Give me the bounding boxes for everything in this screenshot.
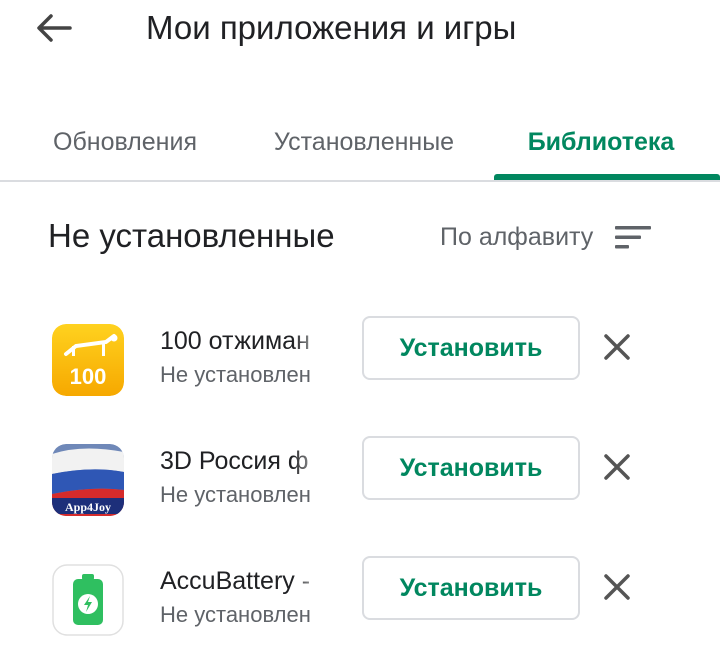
- svg-text:App4Joy: App4Joy: [65, 500, 111, 514]
- back-button[interactable]: [28, 6, 80, 50]
- app-status: Не установлен: [160, 602, 311, 627]
- app-status: Не установлен: [160, 482, 311, 507]
- section-title: Не установленные: [48, 217, 335, 254]
- arrow-left-icon: [37, 14, 72, 42]
- pushup-100-app-icon: 100: [52, 324, 124, 396]
- battery-app-icon: [52, 564, 124, 636]
- russia-flag-app-icon: App4Joy: [52, 444, 124, 516]
- sort-button[interactable]: По алфавиту: [440, 214, 655, 260]
- list-item[interactable]: 100 100 отжиман Не установлен Установить: [0, 316, 720, 434]
- tab-library[interactable]: Библиотека: [504, 102, 698, 182]
- tab-installed[interactable]: Установленные: [254, 102, 474, 182]
- top-app-bar: Мои приложения и игры: [0, 0, 720, 64]
- remove-button[interactable]: [596, 446, 638, 488]
- app-status: Не установлен: [160, 362, 311, 387]
- app-name: 3D Россия ф: [160, 447, 309, 475]
- tab-updates[interactable]: Обновления: [36, 102, 214, 182]
- app-name: 100 отжиман: [160, 327, 310, 355]
- svg-text:100: 100: [70, 364, 107, 389]
- active-tab-indicator: [494, 174, 720, 180]
- list-item[interactable]: App4Joy 3D Россия ф Не установлен Устано…: [0, 436, 720, 554]
- remove-button[interactable]: [596, 326, 638, 368]
- install-button[interactable]: Установить: [362, 556, 580, 620]
- remove-button[interactable]: [596, 566, 638, 608]
- close-icon: [604, 454, 630, 480]
- page-title: Мои приложения и игры: [146, 9, 517, 46]
- close-icon: [604, 334, 630, 360]
- tab-bar: Обновления Установленные Библиотека: [0, 102, 720, 182]
- install-button[interactable]: Установить: [362, 316, 580, 380]
- sort-icon: [615, 223, 655, 251]
- list-item[interactable]: AccuBattery - Не установлен Установить: [0, 556, 720, 651]
- app-name: AccuBattery -: [160, 567, 311, 595]
- install-button[interactable]: Установить: [362, 436, 580, 500]
- close-icon: [604, 574, 630, 600]
- sort-label: По алфавиту: [440, 222, 594, 251]
